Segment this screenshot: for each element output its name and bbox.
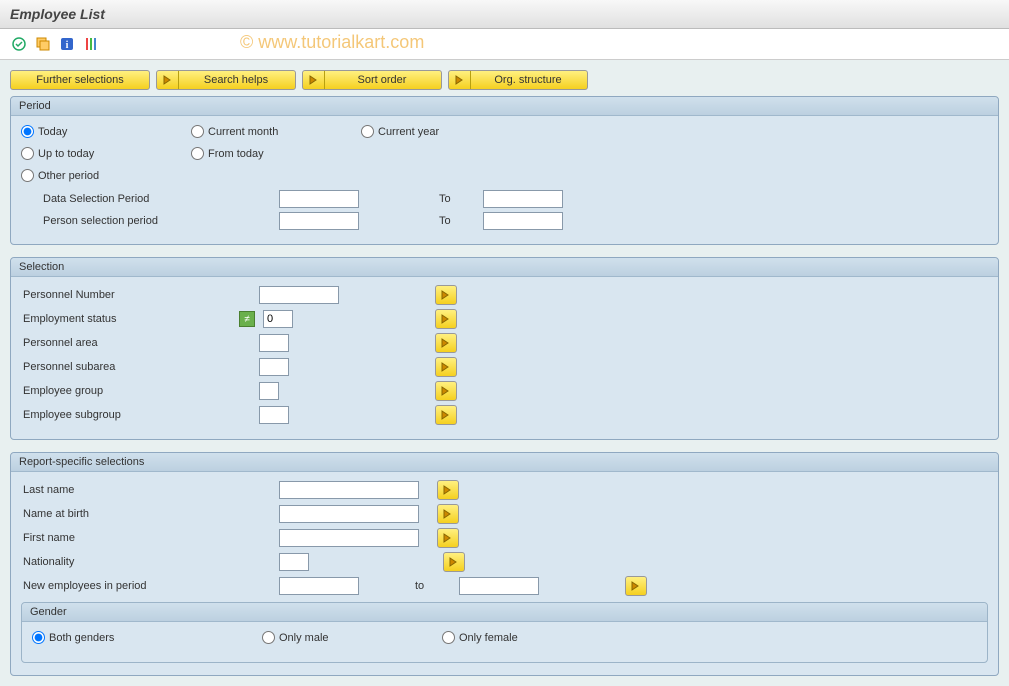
personnel-subarea-input[interactable]	[259, 358, 289, 376]
gender-group: Gender Both genders Only male Only femal…	[21, 602, 988, 663]
further-selections-button[interactable]: Further selections	[10, 70, 150, 90]
period-up-to-today-radio[interactable]: Up to today	[21, 147, 94, 160]
sort-order-button[interactable]: Sort order	[302, 70, 442, 90]
execute-icon[interactable]	[10, 35, 28, 53]
period-other-radio[interactable]: Other period	[21, 169, 99, 182]
employee-subgroup-multi-button[interactable]	[435, 405, 457, 425]
data-selection-to-input[interactable]	[483, 190, 563, 208]
new-employees-label: New employees in period	[21, 580, 271, 592]
employee-group-label: Employee group	[21, 385, 251, 397]
gender-female-radio[interactable]: Only female	[442, 631, 518, 644]
employee-subgroup-input[interactable]	[259, 406, 289, 424]
person-selection-period-label: Person selection period	[41, 215, 271, 227]
period-current-month-radio[interactable]: Current month	[191, 125, 278, 138]
arrow-right-icon	[303, 71, 325, 89]
gender-both-radio[interactable]: Both genders	[32, 631, 114, 644]
gender-male-radio[interactable]: Only male	[262, 631, 329, 644]
employment-status-multi-button[interactable]	[435, 309, 457, 329]
period-today-radio[interactable]: Today	[21, 125, 67, 138]
variant-icon[interactable]	[34, 35, 52, 53]
gender-legend: Gender	[22, 603, 987, 622]
last-name-input[interactable]	[279, 481, 419, 499]
report-legend: Report-specific selections	[11, 453, 998, 472]
selection-legend: Selection	[11, 258, 998, 277]
personnel-subarea-multi-button[interactable]	[435, 357, 457, 377]
new-employees-to-label: to	[411, 580, 451, 592]
arrow-right-icon	[449, 71, 471, 89]
name-at-birth-multi-button[interactable]	[437, 504, 459, 524]
first-name-multi-button[interactable]	[437, 528, 459, 548]
personnel-number-input[interactable]	[259, 286, 339, 304]
period-legend: Period	[11, 97, 998, 116]
personnel-subarea-label: Personnel subarea	[21, 361, 251, 373]
period-from-today-radio[interactable]: From today	[191, 147, 264, 160]
personnel-area-input[interactable]	[259, 334, 289, 352]
personnel-area-multi-button[interactable]	[435, 333, 457, 353]
person-selection-to-input[interactable]	[483, 212, 563, 230]
employment-status-input[interactable]	[263, 310, 293, 328]
selection-group: Selection Personnel Number Employment st…	[10, 257, 999, 440]
personnel-area-label: Personnel area	[21, 337, 251, 349]
svg-text:i: i	[66, 40, 69, 51]
nationality-multi-button[interactable]	[443, 552, 465, 572]
employee-group-multi-button[interactable]	[435, 381, 457, 401]
last-name-label: Last name	[21, 484, 271, 496]
content-area: Further selections Search helps Sort ord…	[0, 60, 1009, 686]
last-name-multi-button[interactable]	[437, 480, 459, 500]
page-title: Employee List	[0, 0, 1009, 29]
first-name-label: First name	[21, 532, 271, 544]
org-structure-button[interactable]: Org. structure	[448, 70, 588, 90]
person-selection-to-label: To	[435, 215, 475, 227]
info-icon[interactable]: i	[58, 35, 76, 53]
personnel-number-label: Personnel Number	[21, 289, 251, 301]
report-group: Report-specific selections Last name Nam…	[10, 452, 999, 676]
data-selection-to-label: To	[435, 193, 475, 205]
new-employees-to-input[interactable]	[459, 577, 539, 595]
first-name-input[interactable]	[279, 529, 419, 547]
action-button-row: Further selections Search helps Sort ord…	[10, 70, 999, 90]
name-at-birth-label: Name at birth	[21, 508, 271, 520]
employment-status-label: Employment status	[21, 313, 235, 325]
arrow-right-icon	[157, 71, 179, 89]
watermark-text: © www.tutorialkart.com	[240, 32, 424, 53]
search-helps-button[interactable]: Search helps	[156, 70, 296, 90]
new-employees-from-input[interactable]	[279, 577, 359, 595]
output-icon[interactable]	[82, 35, 100, 53]
period-group: Period Today Current month Current year …	[10, 96, 999, 245]
nationality-input[interactable]	[279, 553, 309, 571]
toolbar: i © www.tutorialkart.com	[0, 29, 1009, 60]
personnel-number-multi-button[interactable]	[435, 285, 457, 305]
data-selection-from-input[interactable]	[279, 190, 359, 208]
not-equal-icon: ≠	[239, 311, 255, 327]
name-at-birth-input[interactable]	[279, 505, 419, 523]
person-selection-from-input[interactable]	[279, 212, 359, 230]
nationality-label: Nationality	[21, 556, 271, 568]
data-selection-period-label: Data Selection Period	[41, 193, 271, 205]
period-current-year-radio[interactable]: Current year	[361, 125, 439, 138]
employee-group-input[interactable]	[259, 382, 279, 400]
employee-subgroup-label: Employee subgroup	[21, 409, 251, 421]
new-employees-multi-button[interactable]	[625, 576, 647, 596]
